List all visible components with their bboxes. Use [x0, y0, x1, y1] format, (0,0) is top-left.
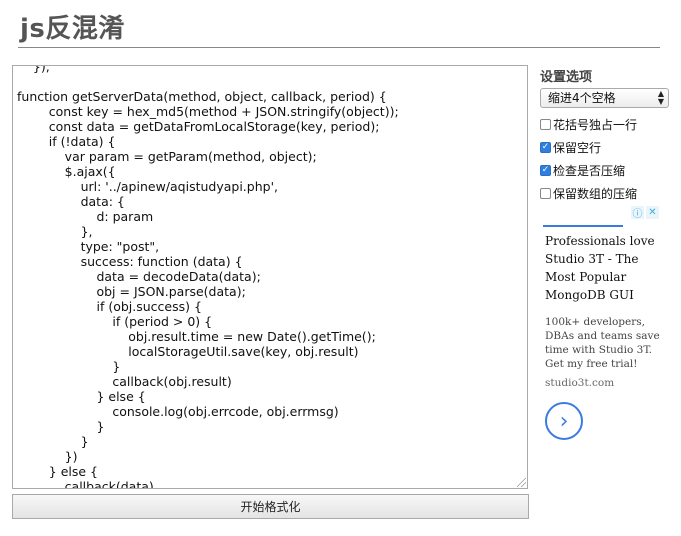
- chevron-right-icon[interactable]: ›: [545, 402, 583, 440]
- option-keep-array-compression[interactable]: 保留数组的压缩: [540, 185, 637, 202]
- title-divider: [18, 47, 660, 48]
- checkbox-checked[interactable]: [540, 142, 551, 153]
- option-brace-newline[interactable]: 花括号独占一行: [540, 116, 637, 133]
- select-arrows-icon: ▲ ▼: [657, 89, 664, 106]
- option-label: 保留数组的压缩: [553, 187, 638, 201]
- option-label: 检查是否压缩: [553, 164, 626, 178]
- code-content[interactable]: }); function getServerData(method, objec…: [17, 66, 399, 488]
- checkbox[interactable]: [540, 188, 551, 199]
- option-check-compressed[interactable]: 检查是否压缩: [540, 162, 625, 179]
- ad-headline[interactable]: Professionals love Studio 3T - The Most …: [545, 232, 663, 304]
- page-title: js反混淆: [20, 14, 125, 44]
- ad-accent-bar: [543, 225, 623, 227]
- option-label: 保留空行: [553, 141, 602, 155]
- resize-handle[interactable]: [517, 478, 526, 487]
- settings-title: 设置选项: [540, 70, 593, 85]
- code-textarea[interactable]: }); function getServerData(method, objec…: [12, 65, 528, 489]
- option-label: 花括号独占一行: [553, 118, 638, 132]
- ad-domain[interactable]: studio3t.com: [545, 377, 614, 389]
- indent-select-value: 缩进4个空格: [548, 91, 616, 105]
- close-icon[interactable]: ✕: [646, 206, 659, 219]
- indent-select[interactable]: 缩进4个空格 ▲ ▼: [540, 88, 669, 108]
- option-keep-blank-lines[interactable]: 保留空行: [540, 139, 601, 156]
- ad-panel[interactable]: ⓘ ✕ Professionals love Studio 3T - The M…: [540, 205, 662, 455]
- checkbox-checked[interactable]: [540, 165, 551, 176]
- ad-body[interactable]: 100k+ developers, DBAs and teams save ti…: [545, 315, 663, 371]
- format-button[interactable]: 开始格式化: [12, 494, 529, 519]
- ad-choices[interactable]: ⓘ ✕: [629, 206, 659, 220]
- info-icon[interactable]: ⓘ: [631, 206, 644, 220]
- checkbox[interactable]: [540, 119, 551, 130]
